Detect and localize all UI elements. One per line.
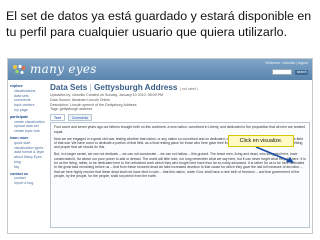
slide-caption: El set de datos ya está guardado y estar… (6, 9, 312, 39)
meta-tags: Tags: gettysburgh address (50, 107, 93, 112)
sidebar-group: participate create visualization upload da… (10, 115, 48, 134)
sidebar-group: contact us contact report a bug (10, 172, 48, 186)
sidebar-group: explore visualizations data sets comments to… (10, 84, 48, 113)
logo-eyes-icon (13, 64, 26, 74)
search-input[interactable] (272, 69, 293, 75)
search-button[interactable]: search (295, 69, 308, 75)
site-banner: many eyes Welcome, victorilio | logout s… (8, 59, 312, 80)
dataset-tabs: Text Comments (50, 114, 310, 122)
dataset-title: Gettysburgh Address (94, 83, 178, 92)
text-paragraph: Four score and seven years ago our fathe… (54, 125, 305, 134)
sidebar-item[interactable]: report a bug (10, 181, 48, 186)
sidebar-nav: explore visualizations data sets comments to… (10, 84, 48, 188)
site-logo[interactable]: many eyes (30, 62, 97, 76)
tab-comments[interactable]: Comments (67, 114, 93, 122)
sidebar-group: learn more quick start visualization types… (10, 136, 48, 170)
search-bar: search (272, 69, 308, 75)
pointer-arrow-icon (255, 147, 294, 163)
instruction-callout: Click en visualize. (228, 135, 294, 147)
tab-text[interactable]: Text (50, 114, 65, 122)
dataset-meta: Uploaded by: victorilio Created on Sunda… (50, 93, 310, 112)
sidebar-item[interactable]: my page (10, 108, 48, 113)
title-separator: | (89, 83, 92, 92)
rating-text[interactable]: ( not rated ) (180, 87, 199, 91)
page-title: Data Sets | Gettysburgh Address ( not ra… (50, 83, 310, 92)
welcome-text[interactable]: Welcome, victorilio | logout (265, 61, 308, 65)
sidebar-item[interactable]: faq (10, 165, 48, 170)
sidebar-item[interactable]: create topic hub (10, 129, 48, 134)
section-label[interactable]: Data Sets (50, 83, 87, 92)
